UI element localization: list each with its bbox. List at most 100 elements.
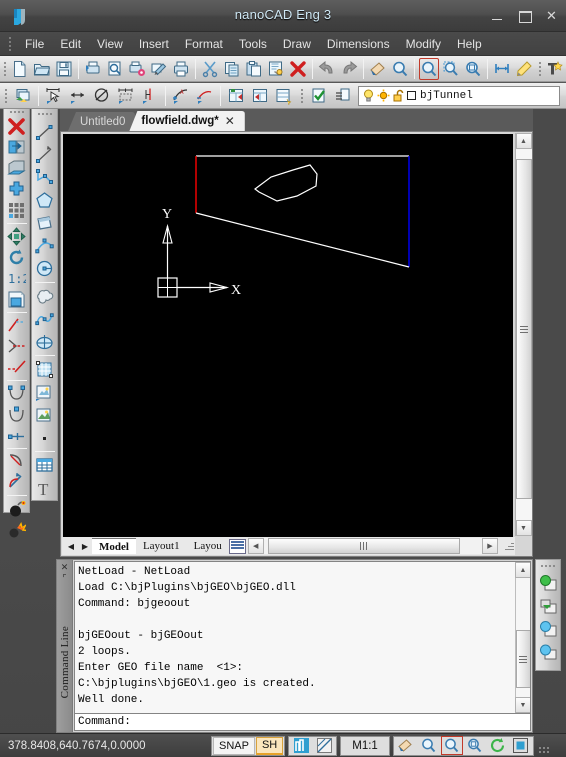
menu-grip-icon[interactable] xyxy=(6,36,14,52)
point-tool-button[interactable] xyxy=(33,427,56,450)
marker-button[interactable] xyxy=(514,58,534,80)
hscroll-track[interactable] xyxy=(263,538,482,554)
move-tool-button[interactable] xyxy=(5,226,28,247)
join-tool-button[interactable] xyxy=(5,383,28,404)
previous-layer-button[interactable] xyxy=(332,85,354,107)
hscroll-thumb[interactable] xyxy=(267,538,460,554)
layers-button[interactable] xyxy=(12,85,34,107)
layout-next-button[interactable]: ▶ xyxy=(78,539,92,554)
toolbar-grip-icon[interactable] xyxy=(36,111,54,118)
revision-cloud-button[interactable] xyxy=(33,285,56,308)
close-button[interactable]: ✕ xyxy=(543,8,560,23)
coordinates-display[interactable]: 378.8408,640.7674,0.0000 xyxy=(8,737,208,755)
scroll-up-button[interactable]: ▲ xyxy=(515,562,530,578)
fillet-tool-button[interactable] xyxy=(5,451,28,472)
scroll-up-button[interactable]: ▲ xyxy=(515,133,532,149)
pan-button[interactable] xyxy=(368,58,388,80)
regen-button[interactable] xyxy=(487,736,509,755)
new-layout-button[interactable] xyxy=(228,538,246,554)
dimension-select-button[interactable] xyxy=(43,85,65,107)
copy-button[interactable] xyxy=(222,58,242,80)
text-tool-button[interactable]: T xyxy=(33,477,56,500)
minimize-button[interactable] xyxy=(489,8,506,23)
zoom-realtime-status-button[interactable] xyxy=(418,736,440,755)
ray-tool-button[interactable] xyxy=(33,144,56,167)
insert-block-button[interactable] xyxy=(33,381,56,404)
import-table-button[interactable] xyxy=(249,85,271,107)
publish-button[interactable] xyxy=(149,58,169,80)
open-file-button[interactable] xyxy=(32,58,52,80)
break-tool-button[interactable] xyxy=(5,357,28,378)
line-tool-button[interactable] xyxy=(33,121,56,144)
layer-color-swatch[interactable] xyxy=(407,91,416,100)
command-input[interactable]: Command: xyxy=(74,714,531,731)
plot-settings-button[interactable] xyxy=(127,58,147,80)
layout-tab-layout1[interactable]: Layout1 xyxy=(136,538,187,554)
snap-toggle[interactable]: SNAP xyxy=(213,736,255,755)
zoom-previous-status-button[interactable] xyxy=(464,736,486,755)
table-style-button[interactable] xyxy=(273,85,295,107)
zoom-extents-button[interactable] xyxy=(463,58,483,80)
hscroll-right-button[interactable]: ▶ xyxy=(482,538,498,554)
toolbar-grip-icon[interactable] xyxy=(537,59,542,79)
cut-button[interactable] xyxy=(200,58,220,80)
toolbar-grip-icon[interactable] xyxy=(2,86,9,106)
cmd-scroll-track[interactable] xyxy=(515,578,530,697)
restore-window-button[interactable] xyxy=(537,595,560,618)
menu-item-format[interactable]: Format xyxy=(177,34,231,54)
current-layer-control[interactable]: bjTunnel xyxy=(358,85,560,106)
purge-tool-button[interactable] xyxy=(5,498,28,519)
vscroll-track[interactable] xyxy=(515,149,532,520)
spline-tool-button[interactable] xyxy=(33,308,56,331)
dimension-baseline-button[interactable] xyxy=(115,85,137,107)
menu-item-view[interactable]: View xyxy=(89,34,131,54)
save-file-button[interactable] xyxy=(54,58,74,80)
lightbulb-on-icon[interactable] xyxy=(362,89,375,102)
mirror-tool-button[interactable] xyxy=(5,137,28,158)
center-mark-button[interactable] xyxy=(139,85,161,107)
blue-window-2-button[interactable] xyxy=(537,641,560,664)
close-icon[interactable]: ✕ xyxy=(61,562,69,573)
erase-tool-button[interactable] xyxy=(5,116,28,137)
paste-button[interactable] xyxy=(244,58,264,80)
menu-item-edit[interactable]: Edit xyxy=(52,34,89,54)
export-table-button[interactable] xyxy=(225,85,247,107)
menu-item-help[interactable]: Help xyxy=(449,34,490,54)
menu-item-draw[interactable]: Draw xyxy=(275,34,319,54)
hatch-tool-button[interactable] xyxy=(33,358,56,381)
sh-toggle[interactable]: SH xyxy=(255,736,284,755)
pan-status-button[interactable] xyxy=(395,736,417,755)
chamfer2-tool-button[interactable] xyxy=(5,472,28,493)
drawing-canvas[interactable]: Y X xyxy=(63,134,513,537)
close-icon[interactable]: ✕ xyxy=(225,114,235,128)
explode-all-button[interactable] xyxy=(5,519,28,540)
rectangle-tool-button[interactable] xyxy=(33,212,56,235)
distance-button[interactable] xyxy=(492,58,512,80)
toolbar-grip-icon[interactable] xyxy=(298,86,305,106)
explode-tool-button[interactable] xyxy=(5,404,28,425)
make-block-button[interactable] xyxy=(33,404,56,427)
vscroll-thumb[interactable] xyxy=(515,159,532,499)
extend-tool-button[interactable] xyxy=(5,336,28,357)
pin-icon[interactable]: ⌜ xyxy=(62,573,66,584)
menu-item-insert[interactable]: Insert xyxy=(131,34,177,54)
command-history-scrollbar[interactable]: ▲ ▼ xyxy=(515,562,530,713)
zoom-window-status-button[interactable] xyxy=(440,736,463,755)
clean-screen-button[interactable] xyxy=(510,736,532,755)
scroll-down-button[interactable]: ▼ xyxy=(515,697,530,713)
plot-button[interactable] xyxy=(83,58,103,80)
print-preview-button[interactable] xyxy=(105,58,125,80)
unlocked-padlock-icon[interactable] xyxy=(392,89,405,102)
toolbar-grip-icon[interactable] xyxy=(539,562,557,569)
dimension-diameter-button[interactable] xyxy=(91,85,113,107)
erase-button[interactable] xyxy=(288,58,308,80)
chamfer-tool-button[interactable] xyxy=(5,158,28,179)
stretch-tool-button[interactable] xyxy=(5,289,28,310)
menu-item-tools[interactable]: Tools xyxy=(231,34,275,54)
dimension-aligned-button[interactable] xyxy=(67,85,89,107)
rotate-tool-button[interactable] xyxy=(5,247,28,268)
undo-button[interactable] xyxy=(317,58,337,80)
polyline-tool-button[interactable] xyxy=(33,166,56,189)
match-properties-button[interactable] xyxy=(266,58,286,80)
menu-item-file[interactable]: File xyxy=(17,34,52,54)
